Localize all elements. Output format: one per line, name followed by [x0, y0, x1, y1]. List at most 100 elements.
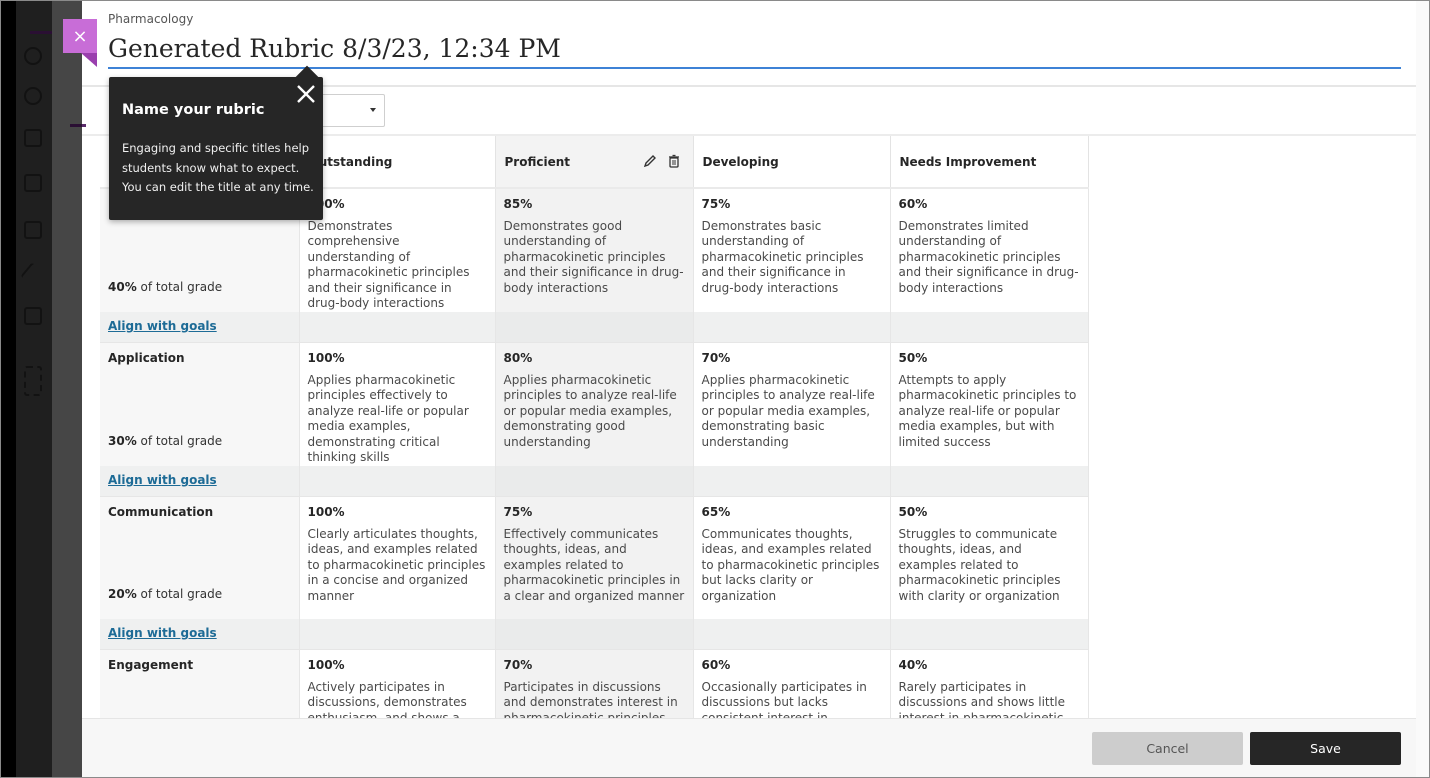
align-cell: Align with goals [100, 466, 299, 497]
level-percent: 65% [702, 505, 882, 521]
document-icon [24, 221, 42, 239]
level-percent: 100% [308, 505, 487, 521]
edit-pencil-icon[interactable] [643, 154, 657, 168]
level-cell[interactable]: 70% Participates in discussions and demon… [495, 650, 693, 719]
panel-tab-indicator [70, 124, 82, 127]
criterion-name: Engagement [108, 658, 291, 674]
level-percent: 50% [899, 351, 1080, 367]
level-cell[interactable]: 85% Demonstrates good understanding of ph… [495, 188, 693, 312]
align-cell: Align with goals [100, 312, 299, 343]
level-description: Demonstrates good understanding of pharm… [504, 219, 685, 297]
pencil-icon [20, 262, 45, 287]
lock-icon [24, 174, 42, 192]
level-header-needs-improvement[interactable]: Needs Improvement [890, 136, 1088, 188]
criterion-cell[interactable]: Application 30% of total grade [100, 343, 299, 466]
caret-down-icon [370, 108, 376, 112]
level-header-developing[interactable]: Developing [693, 136, 890, 188]
align-cell: Align with goals [100, 619, 299, 650]
level-description: Applies pharmacokinetic principles to an… [702, 373, 882, 451]
level-cell[interactable]: 100% Clearly articulates thoughts, ideas,… [299, 497, 495, 619]
level-description: Clearly articulates thoughts, ideas, and… [308, 527, 487, 605]
level-description: Participates in discussions and demonstr… [504, 680, 685, 719]
gradebook-icon [24, 307, 42, 325]
level-name: Proficient [505, 155, 571, 169]
level-description: Actively participates in discussions, de… [308, 680, 487, 719]
tooltip-body: Engaging and specific titles help studen… [122, 139, 317, 198]
criterion-cell[interactable]: Communication 20% of total grade [100, 497, 299, 619]
rubric-table: Outstanding Proficient [100, 136, 1089, 718]
criterion-row: Communication 20% of total grade 100% Cle… [100, 497, 1088, 619]
close-icon: × [72, 26, 87, 47]
course-name: Pharmacology [108, 12, 193, 26]
level-description: Occasionally participates in discussions… [702, 680, 882, 719]
cancel-button[interactable]: Cancel [1092, 732, 1243, 765]
background-rail [1, 1, 16, 778]
align-with-goals-link[interactable]: Align with goals [108, 319, 217, 333]
save-button[interactable]: Save [1250, 732, 1401, 765]
level-percent: 85% [504, 197, 685, 213]
level-cell[interactable]: 100% Demonstrates comprehensive understan… [299, 188, 495, 312]
level-percent: 100% [308, 197, 487, 213]
level-percent: 70% [702, 351, 882, 367]
name-rubric-tooltip: Name your rubric Engaging and specific t… [109, 77, 323, 220]
level-header-proficient[interactable]: Proficient [495, 136, 693, 188]
close-icon [295, 83, 317, 105]
level-name: Developing [703, 155, 779, 169]
level-percent: 100% [308, 658, 487, 674]
align-with-goals-link[interactable]: Align with goals [108, 626, 217, 640]
align-goals-row: Align with goals [100, 466, 1088, 497]
footer-bar: Cancel Save [82, 718, 1416, 778]
profile-icon [24, 47, 42, 65]
background-nav [16, 1, 52, 778]
level-description: Applies pharmacokinetic principles to an… [504, 373, 685, 451]
criterion-row: Application 30% of total grade 100% Appli… [100, 343, 1088, 466]
criterion-weight: 30% of total grade [108, 434, 222, 450]
level-cell[interactable]: 100% Applies pharmacokinetic principles e… [299, 343, 495, 466]
tooltip-close-button[interactable] [295, 83, 317, 105]
level-description: Attempts to apply pharmacokinetic princi… [899, 373, 1080, 451]
level-percent: 75% [504, 505, 685, 521]
level-percent: 70% [504, 658, 685, 674]
level-percent: 60% [899, 197, 1080, 213]
level-description: Demonstrates comprehensive understanding… [308, 219, 487, 312]
level-header-outstanding[interactable]: Outstanding [299, 136, 495, 188]
criterion-row: Engagement 100% Actively participates in … [100, 650, 1088, 719]
level-description: Applies pharmacokinetic principles effec… [308, 373, 487, 466]
align-with-goals-link[interactable]: Align with goals [108, 473, 217, 487]
image-icon [24, 129, 42, 147]
delete-trash-icon[interactable] [667, 154, 681, 168]
level-percent: 100% [308, 351, 487, 367]
tooltip-title: Name your rubric [122, 102, 264, 118]
level-cell[interactable]: 100% Actively participates in discussions… [299, 650, 495, 719]
level-percent: 60% [702, 658, 882, 674]
level-description: Rarely participates in discussions and s… [899, 680, 1080, 719]
level-cell[interactable]: 75% Effectively communicates thoughts, id… [495, 497, 693, 619]
level-description: Effectively communicates thoughts, ideas… [504, 527, 685, 605]
level-description: Communicates thoughts, ideas, and exampl… [702, 527, 882, 605]
level-percent: 50% [899, 505, 1080, 521]
level-name: Needs Improvement [900, 155, 1037, 169]
criterion-weight: 40% of total grade [108, 280, 222, 296]
rubric-title-input[interactable] [108, 29, 1401, 69]
level-cell[interactable]: 70% Applies pharmacokinetic principles to… [693, 343, 890, 466]
level-cell[interactable]: 60% Occasionally participates in discussi… [693, 650, 890, 719]
level-cell[interactable]: 40% Rarely participates in discussions an… [890, 650, 1088, 719]
criterion-name: Communication [108, 505, 291, 521]
nav-active-indicator [30, 31, 52, 34]
close-flag-tail [81, 53, 97, 67]
scroll-gutter [1416, 1, 1430, 778]
level-cell[interactable]: 80%Applies pharmacokinetic principles to… [495, 343, 693, 466]
level-percent: 40% [899, 658, 1080, 674]
criterion-cell[interactable]: Engagement [100, 650, 299, 719]
level-percent: 75% [702, 197, 882, 213]
level-cell[interactable]: 75%Demonstrates basic understanding of p… [693, 188, 890, 312]
placeholder-icon [24, 366, 42, 396]
active-tab-indicator [82, 124, 86, 127]
background-panel [52, 1, 82, 778]
level-cell[interactable]: 50%Struggles to communicate thoughts, id… [890, 497, 1088, 619]
screen: × Pharmacology Outstanding Proficient [0, 0, 1430, 778]
level-cell[interactable]: 65% Communicates thoughts, ideas, and exa… [693, 497, 890, 619]
close-panel-button[interactable]: × [63, 19, 97, 53]
level-cell[interactable]: 60%Demonstrates limited understanding of… [890, 188, 1088, 312]
level-cell[interactable]: 50% Attempts to apply pharmacokinetic pri… [890, 343, 1088, 466]
